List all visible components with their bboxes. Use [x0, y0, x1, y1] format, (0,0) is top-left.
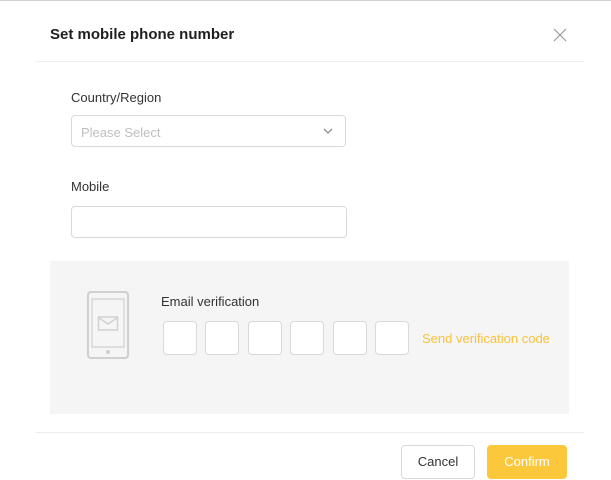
- header-divider: [36, 61, 584, 62]
- verification-panel: Email verification Send verification cod…: [50, 261, 569, 414]
- email-verification-label: Email verification: [161, 294, 260, 309]
- mobile-label: Mobile: [71, 179, 110, 194]
- close-button[interactable]: [551, 26, 569, 44]
- code-digit-3[interactable]: [248, 321, 282, 355]
- phone-mail-icon: [87, 291, 129, 359]
- country-region-select[interactable]: Please Select: [71, 115, 346, 147]
- set-mobile-dialog: Set mobile phone number Country/Region P…: [0, 1, 611, 480]
- code-digit-1[interactable]: [163, 321, 197, 355]
- chevron-down-icon: [323, 128, 333, 134]
- dialog-title: Set mobile phone number: [50, 26, 235, 43]
- country-region-label: Country/Region: [71, 90, 162, 105]
- code-digit-6[interactable]: [375, 321, 409, 355]
- cancel-button[interactable]: Cancel: [401, 445, 475, 479]
- code-digit-2[interactable]: [205, 321, 239, 355]
- close-icon: [553, 28, 567, 42]
- send-verification-code-link[interactable]: Send verification code: [422, 331, 550, 346]
- code-digit-5[interactable]: [333, 321, 367, 355]
- mobile-input[interactable]: [71, 206, 347, 238]
- footer-divider: [36, 432, 584, 433]
- country-select-placeholder: Please Select: [81, 125, 161, 140]
- code-digit-4[interactable]: [290, 321, 324, 355]
- confirm-button[interactable]: Confirm: [487, 445, 567, 479]
